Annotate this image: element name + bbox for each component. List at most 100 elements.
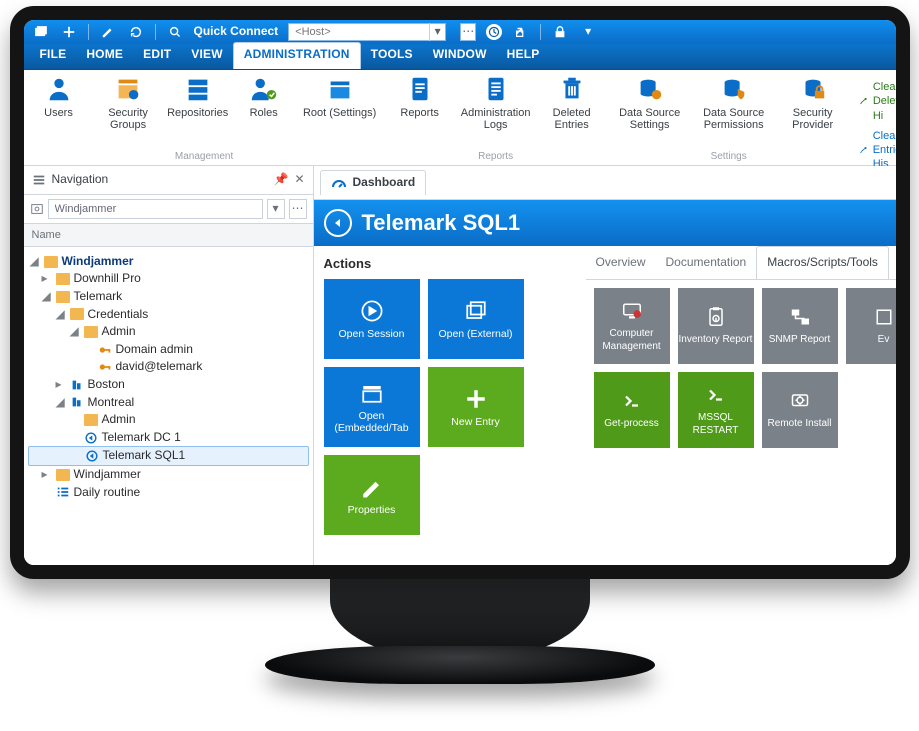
ribbon-deleted-entries[interactable]: Deleted Entries	[545, 74, 599, 131]
tree-node[interactable]: david@telemark	[28, 358, 309, 376]
ribbon-label: Reports	[400, 107, 439, 119]
subtab-overview[interactable]: Overview	[586, 247, 656, 279]
action-open-session[interactable]: Open Session	[324, 279, 420, 359]
tile-label: Ev	[878, 333, 890, 346]
refresh-icon[interactable]	[127, 23, 145, 41]
close-panel-icon[interactable]: ✕	[294, 172, 304, 188]
actions-panel: Actions Open Session Open (External)	[314, 246, 586, 565]
folder-icon	[56, 273, 70, 285]
entry-header: Telemark SQL1	[314, 200, 896, 246]
tree-node[interactable]: ◢Telemark	[28, 288, 309, 306]
details-subtabs: Overview Documentation Macros/Scripts/To…	[586, 246, 896, 280]
app-root: Quick Connect ▾ ⋯ ▾ FILE HOME EDIT VIEW …	[24, 20, 896, 565]
menu-home[interactable]: HOME	[76, 43, 133, 69]
action-open-embedded[interactable]: Open (Embedded/Tab	[324, 367, 420, 447]
folder-icon	[70, 308, 84, 320]
tree-node[interactable]: Daily routine	[28, 484, 309, 502]
host-dropdown-icon[interactable]: ▾	[429, 23, 445, 41]
external-link-icon[interactable]	[512, 23, 530, 41]
tile-label: Open Session	[339, 329, 405, 341]
ribbon-group-cleanups: Cleanup Deleted Hi Cleanup Entries His C…	[851, 70, 910, 165]
filter-more[interactable]: ⋯	[289, 199, 307, 219]
window-restore-icon[interactable]	[32, 23, 50, 41]
quick-connect-label: Quick Connect	[194, 24, 279, 40]
tree-node[interactable]: ◢Credentials	[28, 306, 309, 324]
navigation-title: Navigation	[52, 172, 109, 188]
ribbon-label: Security Groups	[98, 107, 159, 131]
tree-view[interactable]: ◢Windjammer ▸Downhill Pro ◢Telemark ◢Cre…	[24, 247, 313, 565]
content-panel: Dashboard Telemark SQL1 Actions	[314, 166, 896, 565]
tool-mssql-restart[interactable]: MSSQL RESTART	[678, 372, 754, 448]
ribbon-label: Root (Settings)	[303, 107, 376, 119]
key-icon	[98, 360, 112, 374]
tool-computer-management[interactable]: Computer Management	[594, 288, 670, 364]
menu-view[interactable]: VIEW	[181, 43, 232, 69]
folder-icon	[84, 326, 98, 338]
subtab-documentation[interactable]: Documentation	[656, 247, 757, 279]
ribbon-ds-settings[interactable]: Data Source Settings	[615, 74, 685, 131]
menu-edit[interactable]: EDIT	[133, 43, 181, 69]
tab-dashboard[interactable]: Dashboard	[320, 170, 427, 195]
tree-node[interactable]: Domain admin	[28, 341, 309, 359]
tool-get-process[interactable]: Get-process	[594, 372, 670, 448]
ribbon-security-groups[interactable]: Security Groups	[98, 74, 159, 131]
ribbon-ds-permissions[interactable]: Data Source Permissions	[697, 74, 771, 131]
tree-node[interactable]: ◢Admin	[28, 323, 309, 341]
ribbon-roles[interactable]: Roles	[237, 74, 291, 119]
monitor-frame: Quick Connect ▾ ⋯ ▾ FILE HOME EDIT VIEW …	[10, 6, 910, 684]
host-more-button[interactable]: ⋯	[460, 23, 476, 41]
tile-label: Inventory Report	[679, 333, 753, 346]
filter-dropdown[interactable]: ▾	[267, 199, 285, 219]
entry-type-icon	[324, 209, 352, 237]
filter-input[interactable]	[48, 199, 263, 219]
tree-node[interactable]: ▸Downhill Pro	[28, 270, 309, 288]
tool-truncated[interactable]: Ev	[846, 288, 910, 364]
ribbon-label: Data Source Permissions	[697, 107, 771, 131]
action-properties[interactable]: Properties	[324, 455, 420, 535]
session-icon	[84, 431, 98, 445]
search-icon[interactable]	[166, 23, 184, 41]
menu-tools[interactable]: TOOLS	[361, 43, 423, 69]
tree-node[interactable]: ◢Montreal	[28, 394, 309, 412]
lock-dropdown-icon[interactable]: ▾	[579, 23, 597, 41]
menu-window[interactable]: WINDOW	[423, 43, 497, 69]
tree-node[interactable]: ▸Boston	[28, 376, 309, 394]
tool-remote-install[interactable]: Remote Install	[762, 372, 838, 448]
pin-icon[interactable]: 📌	[273, 172, 288, 188]
ribbon-reports[interactable]: Reports	[393, 74, 447, 119]
tree-node[interactable]: ▸Windjammer	[28, 466, 309, 484]
tool-inventory-report[interactable]: Inventory Report	[678, 288, 754, 364]
site-icon	[70, 395, 84, 409]
ribbon-admin-logs[interactable]: Administration Logs	[459, 74, 533, 131]
new-icon[interactable]	[60, 23, 78, 41]
tree-node[interactable]: Telemark DC 1	[28, 429, 309, 447]
host-input[interactable]	[289, 24, 429, 40]
tree-node-selected[interactable]: Telemark SQL1	[28, 446, 309, 466]
tree-node[interactable]: Admin	[28, 411, 309, 429]
menu-help[interactable]: HELP	[497, 43, 550, 69]
ribbon-repositories[interactable]: Repositories	[171, 74, 225, 119]
lock-icon[interactable]	[551, 23, 569, 41]
host-combo[interactable]: ▾	[288, 23, 446, 41]
navigation-title-bar: Navigation 📌 ✕	[24, 166, 313, 195]
tile-label: New Entry	[451, 417, 499, 429]
menu-administration[interactable]: ADMINISTRATION	[233, 42, 361, 69]
folder-icon	[44, 256, 58, 268]
subtab-macros[interactable]: Macros/Scripts/Tools	[756, 246, 889, 279]
subtab-more[interactable]: M	[889, 247, 910, 279]
ribbon-group-reports: Reports Administration Logs Deleted Entr…	[385, 70, 607, 165]
menu-file[interactable]: FILE	[30, 43, 77, 69]
connect-icon[interactable]	[486, 24, 502, 40]
tree-node-root[interactable]: ◢Windjammer	[28, 253, 309, 271]
action-open-external[interactable]: Open (External)	[428, 279, 524, 359]
ribbon-security-provider[interactable]: Security Provider	[783, 74, 843, 131]
action-new-entry[interactable]: New Entry	[428, 367, 524, 447]
edit-icon[interactable]	[99, 23, 117, 41]
ribbon-cleanup-deleted[interactable]: Cleanup Deleted Hi	[859, 80, 910, 123]
ribbon-users[interactable]: Users	[32, 74, 86, 119]
ribbon-root-settings[interactable]: Root (Settings)	[303, 74, 377, 119]
ribbon-group-title: Management	[32, 150, 377, 163]
tool-snmp-report[interactable]: SNMP Report	[762, 288, 838, 364]
tile-label: Open (Embedded/Tab	[328, 411, 416, 434]
folder-icon	[56, 291, 70, 303]
